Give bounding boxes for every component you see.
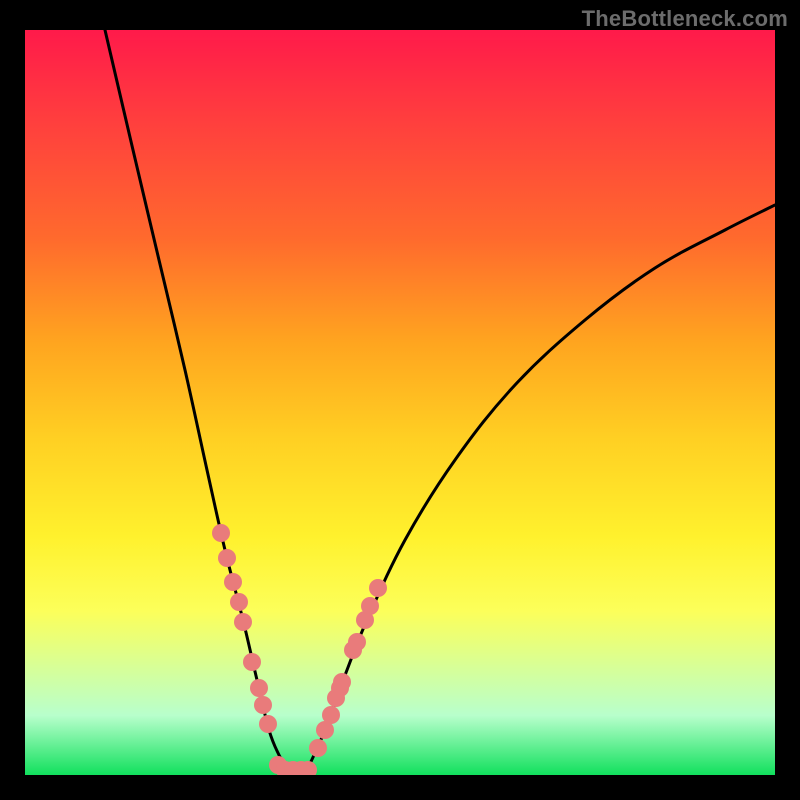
marker-dot [276, 761, 294, 775]
marker-dot [331, 679, 349, 697]
marker-dot [316, 721, 334, 739]
curve-left-curve [105, 30, 287, 768]
curve-layer [105, 30, 775, 768]
marker-dot [299, 761, 317, 775]
marker-dot [369, 579, 387, 597]
marker-dot [344, 641, 362, 659]
marker-dot [348, 633, 366, 651]
marker-dot [259, 715, 277, 733]
marker-dot [361, 597, 379, 615]
marker-dot [243, 653, 261, 671]
marker-dot [224, 573, 242, 591]
plot-area [25, 30, 775, 775]
marker-dot [230, 593, 248, 611]
watermark-text: TheBottleneck.com [582, 6, 788, 32]
marker-dot [322, 706, 340, 724]
dot-layer [212, 524, 387, 775]
marker-dot [250, 679, 268, 697]
marker-dot [333, 673, 351, 691]
marker-dot [309, 739, 327, 757]
marker-dot [292, 761, 310, 775]
marker-dot [327, 689, 345, 707]
marker-dot [254, 696, 272, 714]
marker-dot [284, 761, 302, 775]
marker-dot [212, 524, 230, 542]
marker-dot [218, 549, 236, 567]
chart-svg [25, 30, 775, 775]
chart-frame: TheBottleneck.com [0, 0, 800, 800]
marker-dot [269, 756, 287, 774]
marker-dot [356, 611, 374, 629]
curve-right-curve [308, 205, 775, 768]
marker-dot [234, 613, 252, 631]
